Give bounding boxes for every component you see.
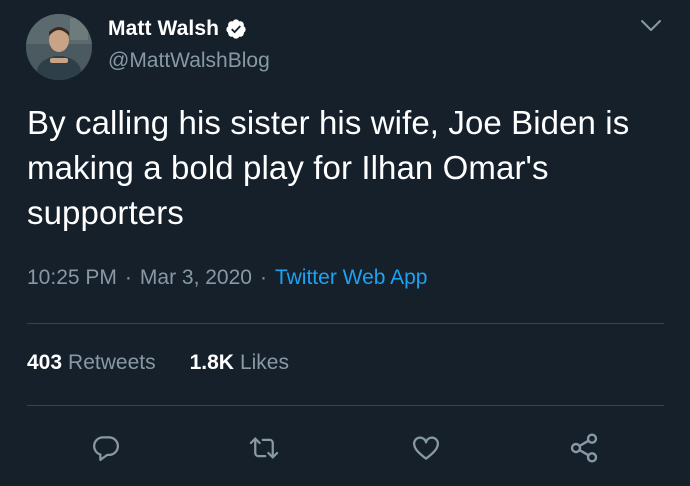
reply-button[interactable] bbox=[88, 430, 124, 466]
like-button[interactable] bbox=[408, 430, 444, 466]
reply-icon bbox=[93, 436, 119, 461]
chevron-down-icon[interactable] bbox=[639, 16, 663, 36]
divider bbox=[27, 405, 664, 406]
action-bar bbox=[0, 430, 690, 466]
meta-separator: · bbox=[259, 266, 267, 289]
like-icon bbox=[412, 436, 440, 460]
tweet-stats: 403 Retweets 1.8K Likes bbox=[27, 351, 289, 375]
share-icon bbox=[570, 433, 598, 463]
name-row: Matt Walsh bbox=[108, 15, 247, 43]
verified-badge-icon bbox=[225, 18, 247, 40]
tweet-date[interactable]: Mar 3, 2020 bbox=[140, 266, 252, 289]
divider bbox=[27, 323, 664, 324]
share-button[interactable] bbox=[566, 430, 602, 466]
retweet-icon bbox=[249, 437, 279, 459]
likes-count: 1.8K bbox=[189, 351, 234, 374]
meta-separator: · bbox=[124, 266, 132, 289]
avatar[interactable] bbox=[26, 14, 92, 80]
retweets-stat[interactable]: 403 Retweets bbox=[27, 351, 156, 375]
likes-stat[interactable]: 1.8K Likes bbox=[190, 351, 289, 375]
tweet-card: Matt Walsh @MattWalshBlog By calling his… bbox=[0, 0, 690, 486]
tweet-time[interactable]: 10:25 PM bbox=[27, 266, 117, 289]
retweet-button[interactable] bbox=[246, 430, 282, 466]
handle[interactable]: @MattWalshBlog bbox=[108, 49, 270, 73]
display-name[interactable]: Matt Walsh bbox=[108, 17, 219, 41]
tweet-text: By calling his sister his wife, Joe Bide… bbox=[27, 104, 630, 231]
retweets-count: 403 bbox=[27, 351, 63, 374]
tweet-meta: 10:25 PM · Mar 3, 2020 · Twitter Web App bbox=[27, 266, 428, 290]
retweets-label: Retweets bbox=[68, 351, 156, 374]
likes-label: Likes bbox=[239, 351, 289, 374]
tweet-source[interactable]: Twitter Web App bbox=[275, 266, 428, 289]
